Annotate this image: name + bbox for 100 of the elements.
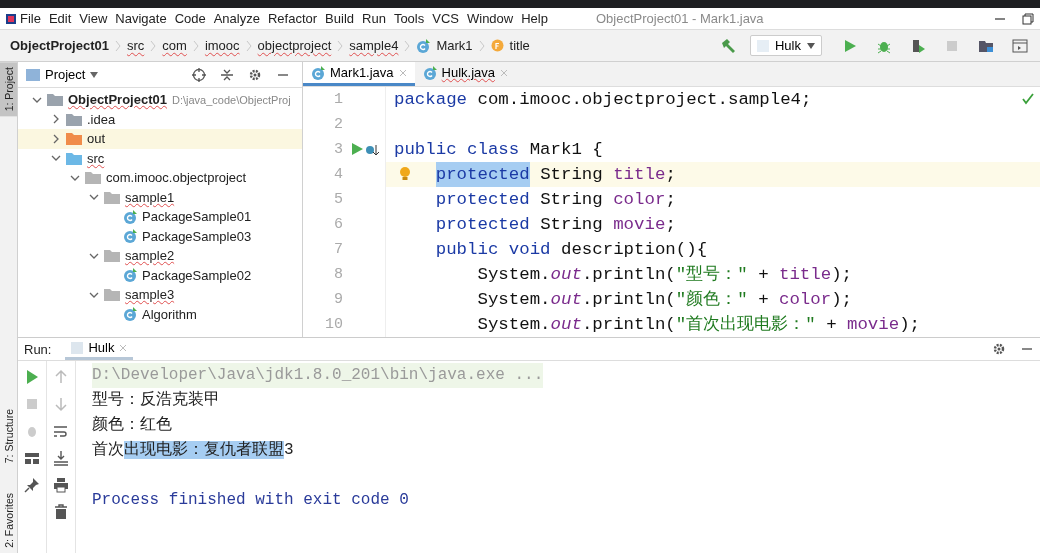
override-icon[interactable] [365,142,379,157]
chevron-right-icon[interactable] [51,133,61,144]
crosshair-icon[interactable] [192,67,206,82]
lightbulb-icon[interactable] [399,166,411,182]
package-icon [104,190,120,204]
breadcrumb[interactable]: src [127,38,145,53]
menu-item[interactable]: Window [462,11,518,26]
breadcrumb-separator-icon [404,39,411,52]
package-icon [104,249,120,263]
menu-item[interactable]: VCS [428,11,463,26]
hammer-icon[interactable] [720,37,736,54]
breadcrumb-separator-icon [115,39,121,52]
line-number: 9 [333,291,343,308]
code-line: protected String movie; [385,212,1040,237]
menu-item[interactable]: File [16,11,45,26]
trash-icon[interactable] [53,504,69,520]
breadcrumb[interactable]: title [509,38,530,53]
tool-window-tab[interactable]: 7: Structure [0,403,17,469]
tree-item[interactable]: PackageSample01 [18,207,302,227]
line-number: 1 [333,91,343,108]
project-path: D:\java_code\ObjectProj [172,93,291,106]
menu-item[interactable]: Analyze [209,11,264,26]
tree-item[interactable]: Algorithm [18,304,302,324]
run-config-dropdown[interactable]: Hulk [750,35,822,56]
breadcrumb[interactable]: objectproject [257,38,332,53]
breadcrumb-separator-icon [337,39,344,52]
breadcrumb[interactable]: ObjectProject01 [10,38,109,53]
chevron-right-icon[interactable] [51,114,61,125]
class-icon [123,209,137,224]
run-label: Run: [24,341,52,357]
module-icon [47,93,63,107]
menu-item[interactable]: Code [170,11,210,26]
caret-icon [90,71,99,78]
class-icon [422,65,437,80]
line-number: 8 [333,266,343,283]
class-icon [123,307,137,322]
tree-item[interactable]: PackageSample03 [18,226,302,246]
line-number: 6 [333,216,343,233]
menu-item[interactable]: Navigate [111,11,171,26]
class-icon [123,229,137,244]
code-line: System.out.println("首次出现电影：" + movie); [385,312,1040,337]
restore-icon[interactable] [1022,12,1034,25]
terminal-window-icon[interactable] [1012,37,1028,54]
breadcrumb[interactable]: com [162,38,187,53]
rerun-icon[interactable] [24,369,40,385]
console-line: 首次出现电影：复仇者联盟3 [92,440,295,461]
tool-window-tab[interactable]: 2: Favorites [0,488,17,553]
tree-item[interactable]: out [18,129,302,149]
coverage-icon[interactable] [910,37,926,54]
breadcrumb[interactable]: sample4 [349,38,399,53]
menu-item[interactable]: Build [321,11,358,26]
settings-icon[interactable] [992,342,1006,356]
package-icon [85,171,101,185]
line-number: 2 [333,116,343,133]
menu-item[interactable]: Tools [389,11,429,26]
collapse-icon[interactable] [220,67,234,82]
breadcrumb-separator-icon [150,39,157,52]
breadcrumb[interactable]: imooc [204,38,240,53]
tree-item[interactable]: .idea [18,109,302,129]
code-line: System.out.println("颜色：" + color); [385,287,1040,312]
pin-icon[interactable] [24,477,40,493]
line-number: 10 [324,316,343,333]
menu-item[interactable]: View [75,11,112,26]
tree-item[interactable]: sample1 [18,187,302,207]
package-icon [104,288,120,302]
code-line: public void description(){ [385,237,1040,262]
app-icon [6,13,16,24]
menu-item[interactable]: Help [517,11,552,26]
settings-icon[interactable] [248,67,262,82]
breadcrumb[interactable]: Mark1 [436,38,473,53]
console-line: Process finished with exit code 0 [92,490,410,511]
folder-icon [66,112,82,126]
line-number: 4 [333,166,343,183]
editor-tab[interactable]: Hulk.java [414,62,517,86]
console-line: 型号：反浩克装甲 [92,390,221,411]
scroll-to-end-icon[interactable] [53,450,69,466]
tree-item[interactable]: sample2 [18,246,302,266]
tool-window-tab[interactable]: 1: Project [0,62,17,117]
project-view-dropdown[interactable]: Project [26,67,99,82]
print-icon[interactable] [53,477,69,493]
run-tab[interactable]: Hulk [65,338,134,360]
class-icon [311,65,325,80]
menu-item[interactable]: Refactor [263,11,322,26]
folder-icon [66,132,82,146]
soft-wrap-icon[interactable] [53,423,69,439]
console-line: 颜色：红色 [92,414,173,436]
folder-icon [66,151,82,165]
line-number: 7 [333,241,343,258]
tree-item[interactable]: ObjectProject01 D:\java_code\ObjectProj [18,90,302,110]
menu-item[interactable]: Edit [44,11,76,26]
menu-item[interactable]: Run [358,11,390,26]
layout-icon[interactable] [24,450,40,466]
line-number: 5 [333,191,343,208]
tree-item[interactable]: src [18,148,302,168]
tree-item[interactable]: com.imooc.objectproject [18,168,302,188]
editor-tab[interactable]: Mark1.java [303,62,415,86]
project-icon [26,68,40,81]
tree-item[interactable]: PackageSample02 [18,265,302,285]
tree-item[interactable]: sample3 [18,285,302,305]
class-icon [416,38,431,53]
